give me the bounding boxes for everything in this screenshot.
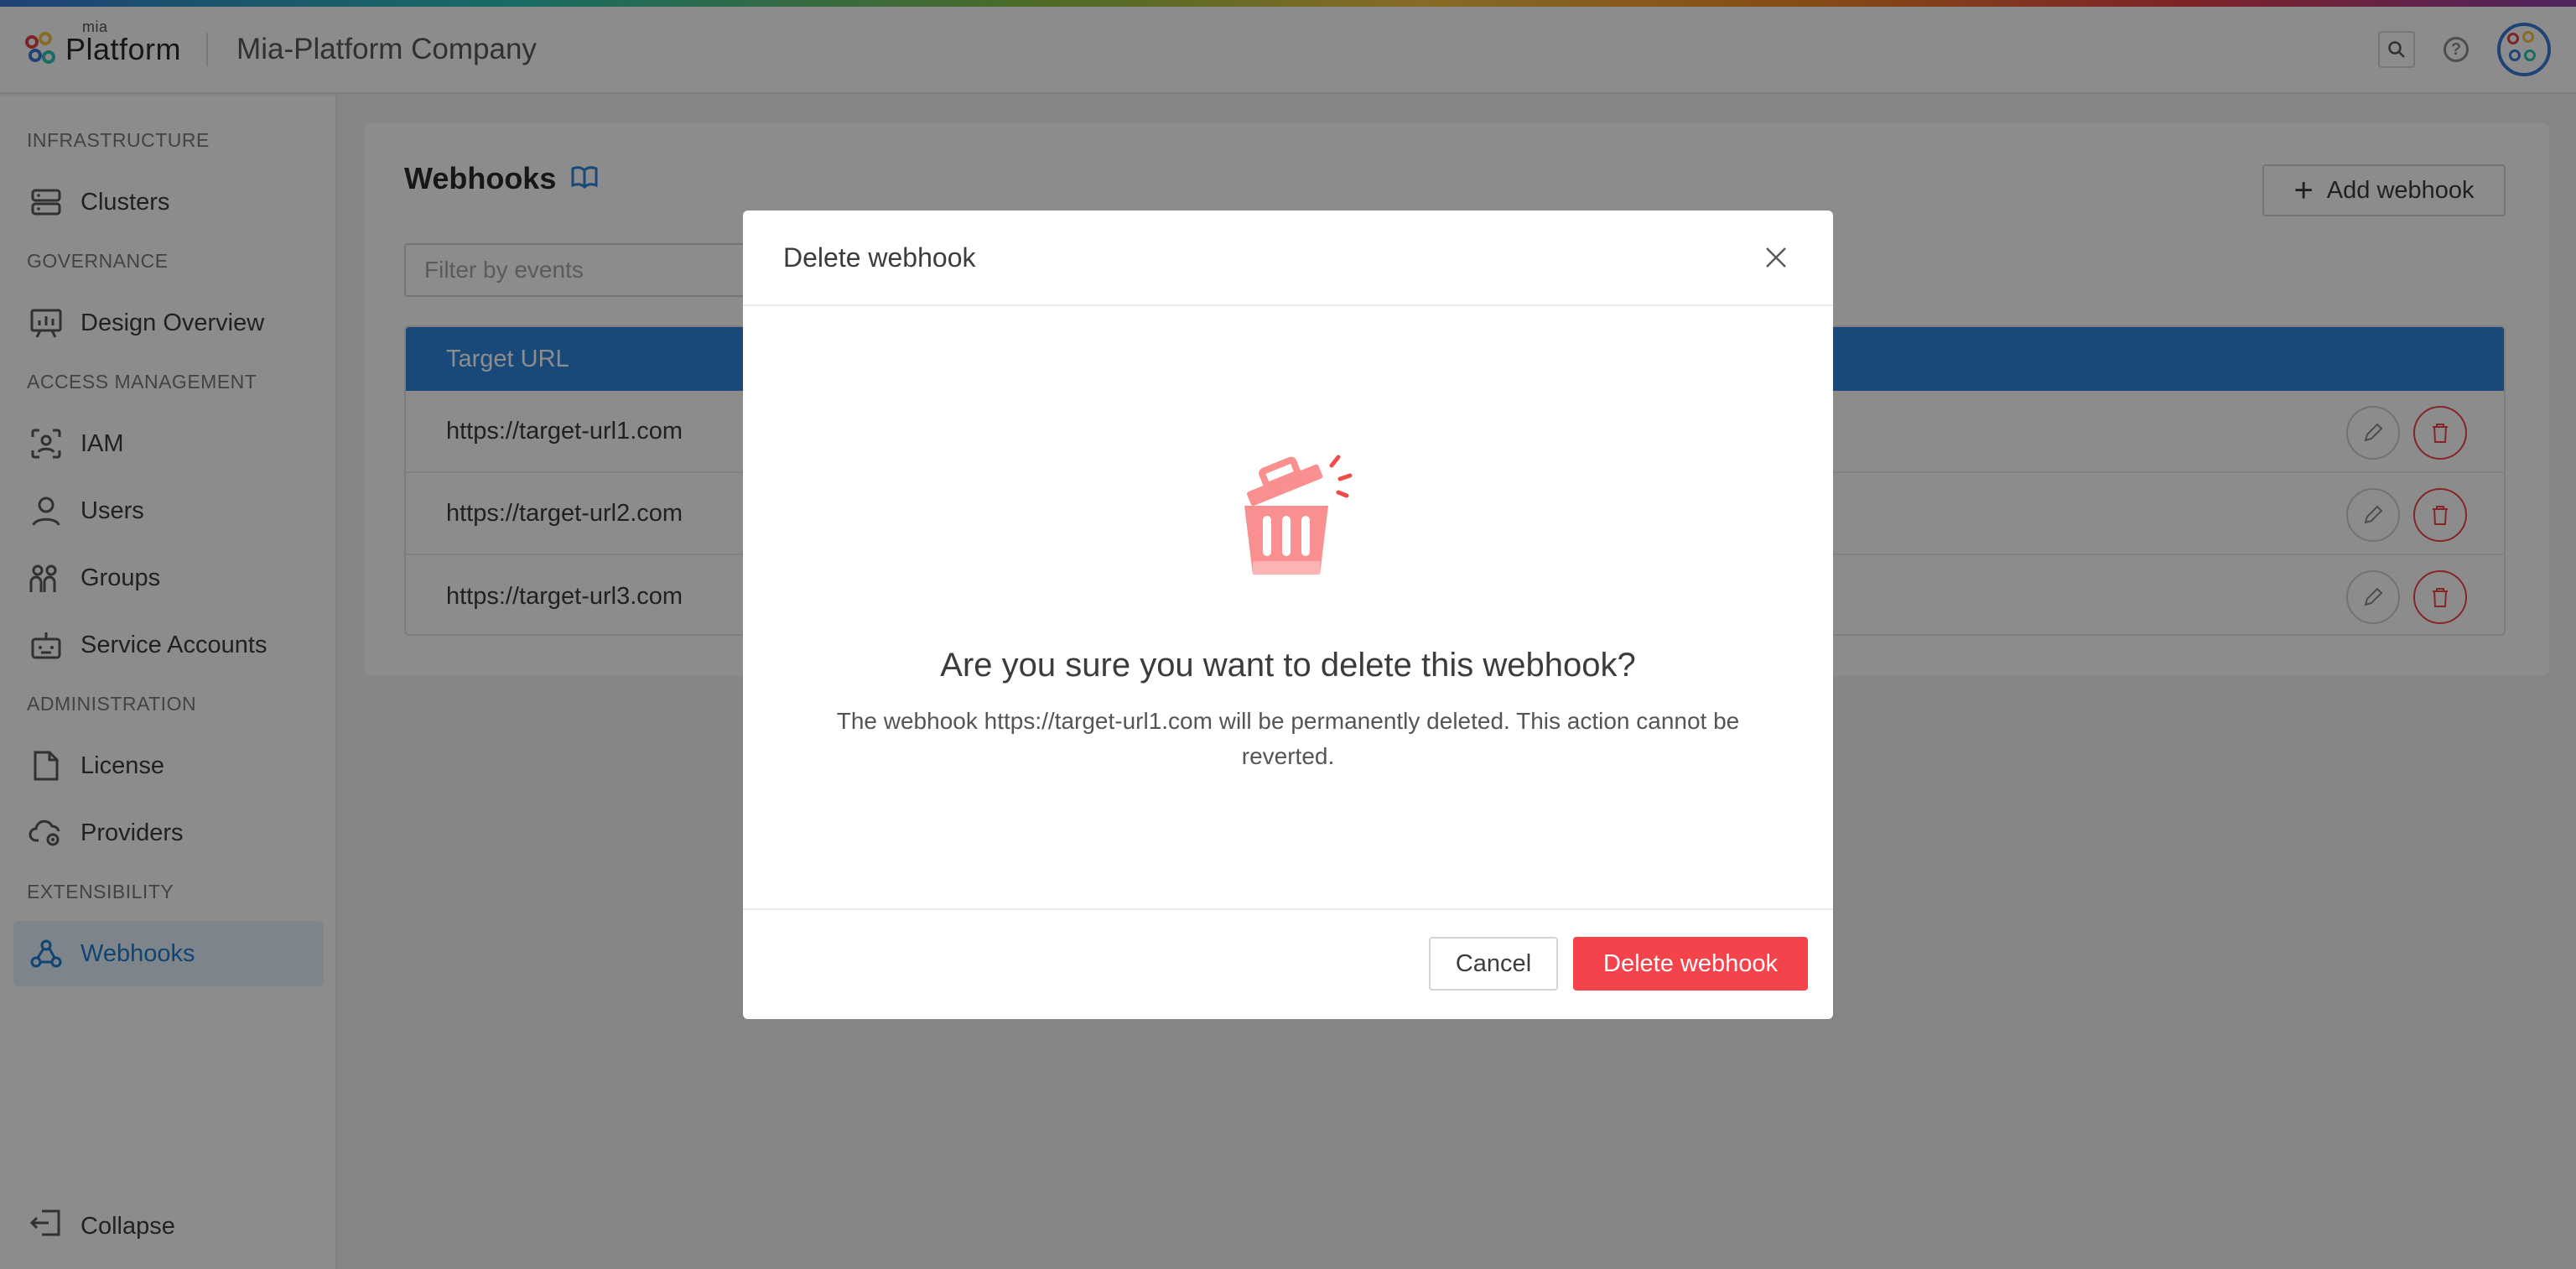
delete-webhook-button[interactable]: Delete webhook <box>1573 937 1808 991</box>
modal-body: Are you sure you want to delete this web… <box>743 306 1833 908</box>
modal-title: Delete webhook <box>783 242 976 273</box>
confirm-description: The webhook https://target-url1.com will… <box>836 708 1740 769</box>
confirm-question: Are you sure you want to delete this web… <box>940 647 1636 684</box>
cancel-button[interactable]: Cancel <box>1429 937 1558 991</box>
delete-webhook-modal: Delete webhook Are you sure you want to … <box>743 211 1833 1019</box>
modal-header: Delete webhook <box>743 211 1833 306</box>
close-icon <box>1766 247 1786 268</box>
close-button[interactable] <box>1759 241 1793 274</box>
modal-footer: Cancel Delete webhook <box>743 908 1833 1019</box>
trash-illustration-icon <box>1219 447 1362 594</box>
app-root: mia Platform Mia-Platform Company ? INFR… <box>0 0 2576 1269</box>
